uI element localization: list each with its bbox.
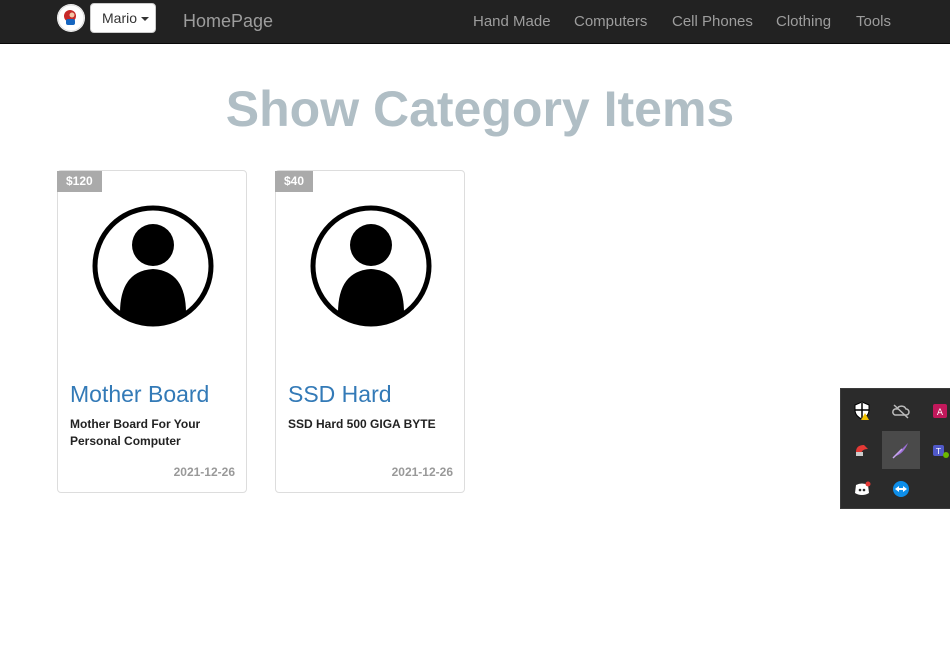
nav-link-tools[interactable]: Tools <box>856 13 891 30</box>
item-date: 2021-12-26 <box>173 465 235 479</box>
user-avatar[interactable] <box>57 4 85 32</box>
item-description: Mother Board For Your Personal Computer <box>70 417 201 448</box>
user-dropdown-label: Mario <box>102 10 138 26</box>
item-card[interactable]: $40 SSD Hard SSD Hard 500 GIGA BYTE 2021… <box>275 170 465 493</box>
page-title: Show Category Items <box>225 81 735 137</box>
nav-link-hand-made[interactable]: Hand Made <box>473 13 551 30</box>
nav-link-computers[interactable]: Computers <box>574 13 647 30</box>
svg-text:A: A <box>937 408 944 418</box>
cleaner-icon[interactable] <box>843 431 881 469</box>
price-badge: $40 <box>275 171 314 192</box>
feather-icon[interactable] <box>882 431 920 469</box>
item-date: 2021-12-26 <box>391 465 453 479</box>
item-card[interactable]: $120 Mother Board Mother Board For Your … <box>57 170 247 493</box>
nav-link-clothing[interactable]: Clothing <box>776 13 831 30</box>
brand-link[interactable]: HomePage <box>183 11 273 32</box>
price-badge: $120 <box>57 171 102 192</box>
user-placeholder-icon <box>92 205 214 327</box>
item-title[interactable]: SSD Hard <box>288 381 392 408</box>
item-title[interactable]: Mother Board <box>70 381 209 408</box>
nav-link-cell-phones[interactable]: Cell Phones <box>672 13 753 30</box>
item-description: SSD Hard 500 GIGA BYTE <box>288 417 436 431</box>
user-placeholder-icon <box>310 205 432 327</box>
caret-down-icon <box>141 17 150 22</box>
defender-icon[interactable] <box>843 392 881 430</box>
navbar: Mario HomePage Hand Made Computers Cell … <box>0 0 950 44</box>
system-tray-popup: A T <box>840 388 950 509</box>
onedrive-icon[interactable] <box>882 392 920 430</box>
discord-icon[interactable] <box>843 470 881 508</box>
app-icon[interactable]: A <box>921 392 950 430</box>
user-dropdown-button[interactable]: Mario <box>90 3 156 33</box>
teams-icon[interactable]: T <box>921 431 950 469</box>
svg-text:T: T <box>935 447 941 456</box>
teamviewer-icon[interactable] <box>882 470 920 508</box>
